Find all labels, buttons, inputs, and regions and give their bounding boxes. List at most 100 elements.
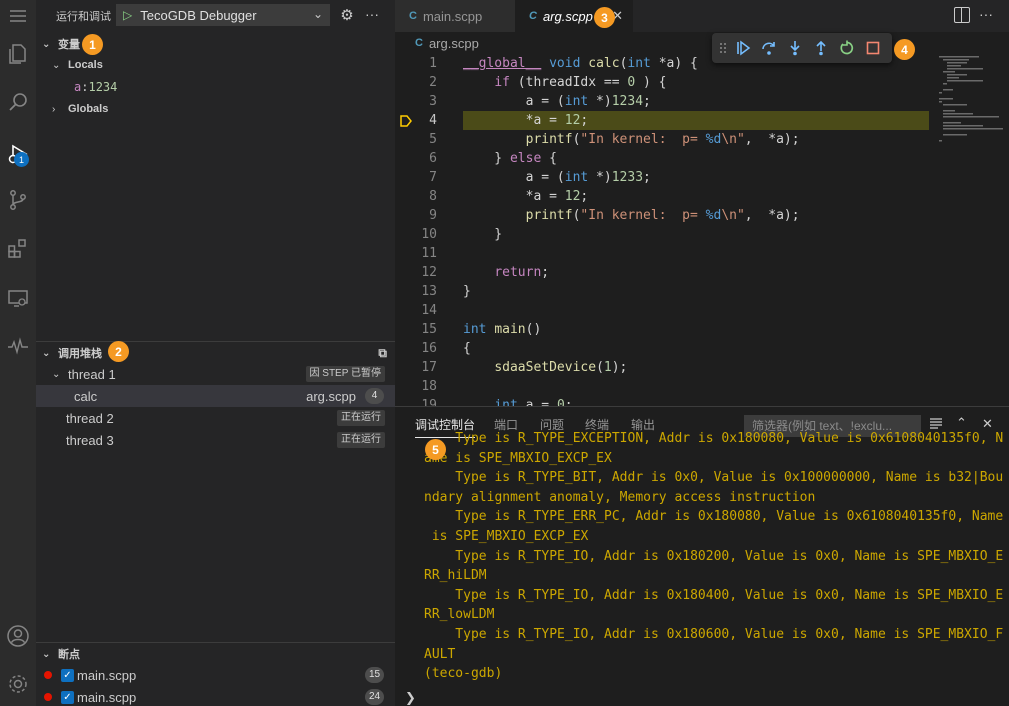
code-line[interactable]: 9 printf("In kernel: p= %d\n", *a); [395,206,935,225]
console-line: Type is R_TYPE_ERR_PC, Addr is 0x180080,… [424,509,1004,525]
line-number[interactable]: 11 [395,244,437,263]
locals-label: Locals [68,59,103,71]
minimap[interactable] [935,54,1009,144]
line-number[interactable]: 13 [395,282,437,301]
line-number[interactable]: 18 [395,377,437,396]
restart-icon[interactable] [834,35,860,61]
breakpoint-row[interactable]: ✓ main.scpp 24 [36,686,395,706]
line-number[interactable]: 10 [395,225,437,244]
code-line[interactable]: 8 *a = 12; [395,187,935,206]
code-line[interactable]: 16 { [395,339,935,358]
line-number[interactable]: 15 [395,320,437,339]
code-line[interactable]: 15 int main() [395,320,935,339]
code-line[interactable]: 12 return; [395,263,935,282]
console-line: Type is R_TYPE_IO, Addr is 0x180400, Val… [424,587,1004,603]
code-line[interactable]: 11 [395,244,935,263]
line-number[interactable]: 17 [395,358,437,377]
continue-icon[interactable] [730,35,756,61]
globals-scope[interactable]: › Globals [36,98,395,120]
breadcrumb: C arg.scpp [395,32,1009,54]
sidebar-title: 运行和调试 [56,11,111,23]
code-text: int a = 0; [494,398,573,406]
step-over-icon[interactable] [756,35,782,61]
tab-arg-scpp[interactable]: C arg.scpp ✕ [515,0,633,32]
code-text: { [463,341,471,356]
code-text: printf("In kernel: p= %d\n", *a); [525,132,800,147]
source-control-icon[interactable] [0,180,36,220]
drag-handle-icon[interactable] [716,35,730,61]
code-line[interactable]: 19 int a = 0; [395,396,935,406]
line-number[interactable]: 7 [395,168,437,187]
breakpoint-file: main.scpp [77,667,137,683]
split-editor-icon[interactable] [954,7,970,23]
editor-tab-bar: C main.scpp C arg.scpp ✕ ··· [395,0,1009,32]
line-number[interactable]: 14 [395,301,437,320]
stack-frame-name: calc [74,388,98,404]
code-line[interactable]: 4 *a = 12; [395,111,935,130]
breakpoint-checkbox[interactable]: ✓ [61,668,74,682]
code-text: a = (int *)1233; [463,170,651,185]
collapse-all-icon[interactable]: ⧉ [378,346,387,361]
launch-config-select[interactable]: ▷ TecoGDB Debugger ⌄ [116,4,330,26]
code-line[interactable]: 7 a = (int *)1233; [395,168,935,187]
line-number[interactable]: 6 [395,149,437,168]
remote-explorer-icon[interactable] [0,278,36,318]
thread-label: thread 3 [66,432,114,448]
tab-main-scpp[interactable]: C main.scpp [395,0,515,32]
more-actions-icon[interactable]: ··· [979,6,993,22]
code-line[interactable]: 5 printf("In kernel: p= %d\n", *a); [395,130,935,149]
code-text: } [463,227,503,242]
thread-status-badge: 因 STEP 已暂停 [305,366,385,382]
code-line[interactable]: 3 a = (int *)1234; [395,92,935,111]
code-text: } [463,284,471,299]
line-number[interactable]: 16 [395,339,437,358]
code-line[interactable]: 13} [395,282,935,301]
line-number[interactable]: 1 [395,54,437,73]
manage-gear-icon[interactable] [0,664,36,704]
thread-row[interactable]: thread 3 正在运行 [36,429,395,451]
line-number[interactable]: 12 [395,263,437,282]
code-line[interactable]: 18 [395,377,935,396]
explorer-icon[interactable] [0,34,36,74]
line-number[interactable]: 2 [395,73,437,92]
search-icon[interactable] [0,82,36,122]
code-line[interactable]: 14 [395,301,935,320]
console-line: is SPE_MBXIO_EXCP_EX [424,529,589,544]
extensions-icon[interactable] [0,228,36,268]
variable-row[interactable]: a : 1234 [36,76,395,98]
code-line[interactable]: 10 } [395,225,935,244]
breakpoints-section-header[interactable]: ⌄ 断点 [36,643,395,665]
thread-row[interactable]: thread 2 正在运行 [36,407,395,429]
thread-label: thread 1 [68,366,116,382]
step-into-icon[interactable] [782,35,808,61]
menu-icon[interactable] [0,0,36,32]
breadcrumb-file[interactable]: arg.scpp [429,36,479,51]
console-input[interactable] [423,688,993,706]
current-line-arrow-icon [399,114,413,128]
stack-frame-row[interactable]: calc arg.scpp 4 [36,385,395,407]
line-number[interactable]: 3 [395,92,437,111]
line-number[interactable]: 19 [395,396,437,406]
timeline-icon[interactable] [0,326,36,366]
line-number[interactable]: 9 [395,206,437,225]
more-actions-icon[interactable]: ··· [362,7,382,25]
stop-icon[interactable] [860,35,886,61]
thread-row[interactable]: ⌄ thread 1 因 STEP 已暂停 [36,363,395,385]
code-line[interactable]: 6 } else { [395,149,935,168]
code-text: __global__ void calc(int *a) { [463,56,698,71]
call-stack-section-header[interactable]: ⌄ 调用堆栈 ⧉ [36,342,395,364]
chevron-down-icon: ⌄ [42,347,51,359]
start-debugging-icon[interactable]: ▷ [123,8,132,22]
code-line[interactable]: 17 sdaaSetDevice(1); [395,358,935,377]
open-launch-json-gear-icon[interactable]: ⚙ [338,7,356,25]
line-number[interactable]: 5 [395,130,437,149]
code-line[interactable]: 2 if (threadIdx == 0 ) { [395,73,935,92]
account-icon[interactable] [0,616,36,656]
breakpoint-checkbox[interactable]: ✓ [61,690,74,704]
breakpoint-row[interactable]: ✓ main.scpp 15 [36,664,395,686]
line-number[interactable]: 8 [395,187,437,206]
locals-scope[interactable]: ⌄ Locals [36,54,395,76]
step-out-icon[interactable] [808,35,834,61]
tab-label: main.scpp [422,8,483,24]
code-editor[interactable]: 1 __global__ void calc(int *a) { 2 if (thr… [395,54,1009,406]
